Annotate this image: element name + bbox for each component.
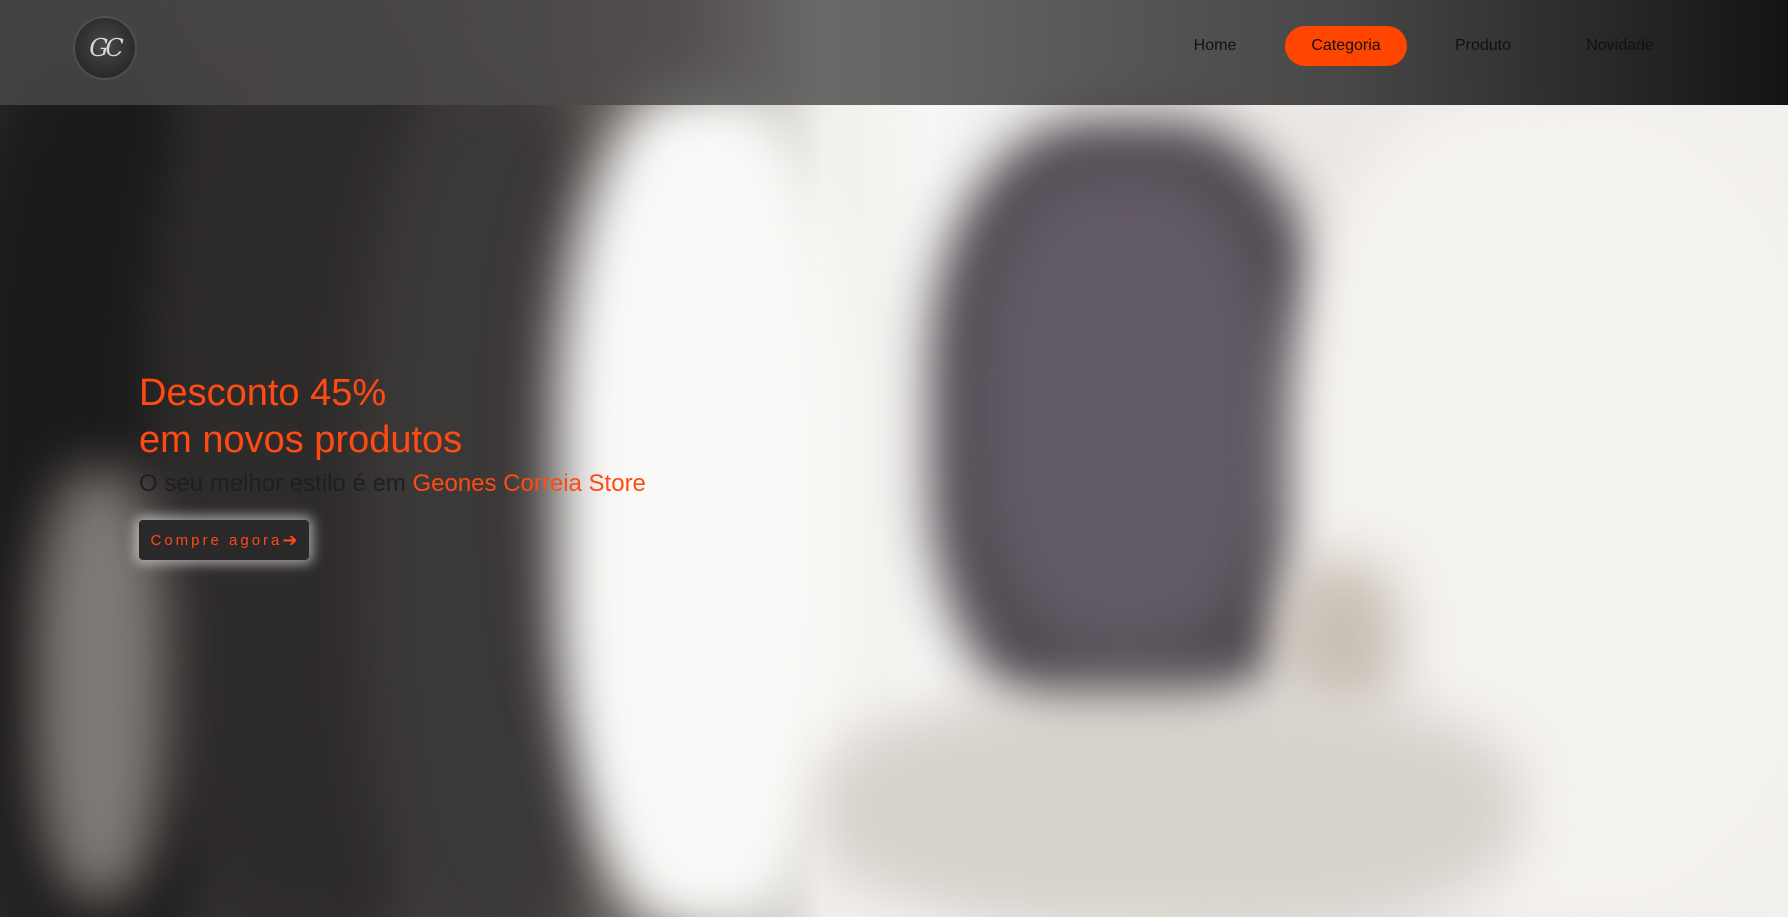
nav-item-novidade[interactable]: Novidade — [1578, 26, 1662, 66]
nav-item-home[interactable]: Home — [1180, 26, 1250, 66]
shop-now-button[interactable]: Compre agora ➔ — [139, 520, 309, 560]
store-logo[interactable]: GC — [75, 18, 135, 78]
hero-headline-line1: Desconto 45% — [139, 372, 387, 414]
logo-initials: GC — [89, 34, 124, 62]
tagline-brand: Geones Correia Store — [412, 470, 646, 497]
hero-section: Desconto 45% em novos produtos O seu mel… — [139, 370, 646, 500]
arrow-right-icon: ➔ — [282, 529, 298, 550]
shop-now-label: Compre agora — [150, 531, 283, 549]
nav-item-categoria[interactable]: Categoria — [1285, 26, 1407, 66]
hero-headline-line2: em novos produtos — [139, 419, 463, 461]
nav-item-produto[interactable]: Produto — [1445, 26, 1521, 66]
site-header: GC Home Categoria Produto Novidade — [0, 0, 1788, 105]
hero-headline: Desconto 45% em novos produtos — [139, 370, 646, 464]
hero-tagline: O seu melhor estilo é em Geones Correia … — [139, 468, 646, 500]
tagline-prefix: O seu melhor estilo é em — [139, 470, 413, 497]
